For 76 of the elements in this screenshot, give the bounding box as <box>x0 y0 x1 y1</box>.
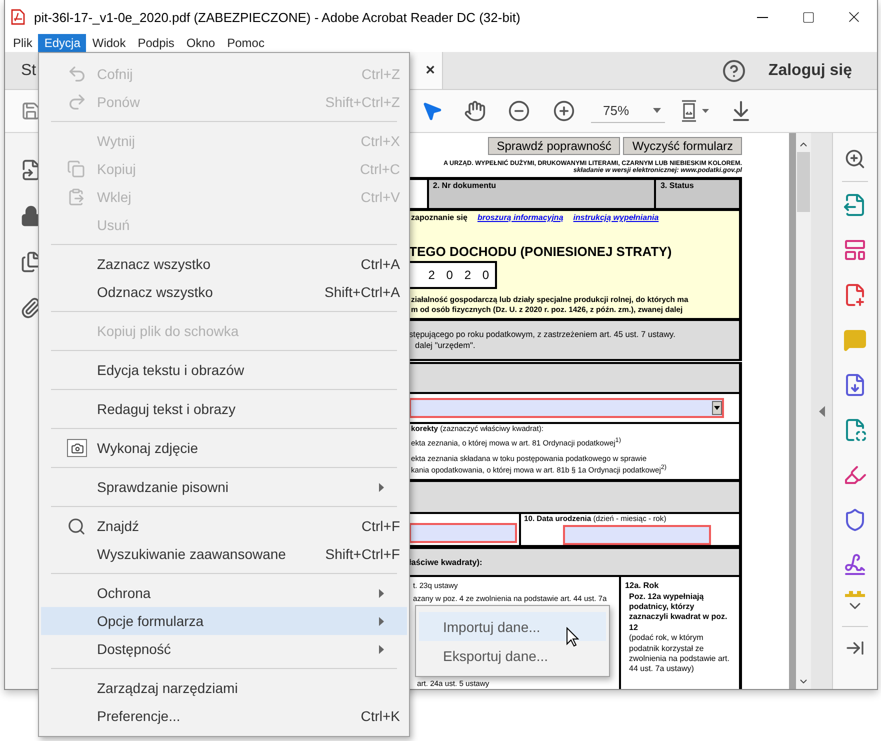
form-title: TEGO DOCHODU (PONIESIONEJ STRATY) <box>409 244 673 259</box>
signature-icon[interactable] <box>843 553 867 577</box>
menu-bar-item[interactable]: Okno <box>180 34 222 52</box>
menu-item[interactable]: Importuj dane... <box>419 612 606 641</box>
field-label: 12a. Rok <box>625 581 660 592</box>
field-label: 3. Status <box>660 181 694 190</box>
section-label: łaściwe kwadraty): <box>409 556 484 568</box>
menu-bar-item[interactable]: Pomoc <box>221 34 270 52</box>
document-link[interactable]: instrukcją wypełniania <box>573 213 659 222</box>
menu-item[interactable]: Wykonaj zdjęcie <box>41 434 407 462</box>
zoom-dropdown[interactable]: 75% <box>591 99 665 123</box>
menu-item[interactable]: Redaguj tekst i obrazy <box>41 395 407 423</box>
pointer-tool-icon[interactable] <box>421 100 443 122</box>
menu-item[interactable]: Preferencje... Ctrl+K <box>41 702 407 730</box>
form-text: stępującego po roku podatkowym, z zastrzeżeniem art. 45 ust. 7 ustawy. <box>409 329 676 340</box>
search-icon <box>67 516 86 536</box>
save-icon[interactable] <box>21 101 41 121</box>
year-box: 2 0 2 0 <box>409 261 497 289</box>
menu-bar-item[interactable]: Widok <box>86 34 132 52</box>
menu-item[interactable]: Eksportuj dane... <box>419 641 606 670</box>
form-button[interactable]: Wyczyść formularz <box>623 137 742 155</box>
field-hint: (podać rok, w którym podatnik korzystał ze zwolnienia na podstawie art. 44 ust. 7a ustawy) <box>628 633 731 675</box>
page-fit-icon[interactable] <box>680 100 710 122</box>
copy-icon <box>67 160 85 178</box>
menu-item[interactable]: Zarządzaj narzędziami <box>41 674 407 702</box>
help-icon[interactable] <box>722 58 746 82</box>
menu-item[interactable]: Wyszukiwanie zaawansowane Shift+Ctrl+F <box>41 540 407 568</box>
intro-text: zapoznanie się <box>411 213 468 222</box>
dropdown-arrow-button[interactable] <box>712 401 722 415</box>
highlighter-icon[interactable] <box>843 463 867 487</box>
menu-bar-item[interactable]: Podpis <box>132 34 180 52</box>
mouse-cursor-icon <box>566 627 579 647</box>
form-cell <box>409 180 427 208</box>
form-button[interactable]: Sprawdź poprawność <box>488 137 620 155</box>
undo-icon <box>67 64 87 84</box>
magnifier-icon[interactable] <box>844 148 866 170</box>
menu-item[interactable]: Sprawdzanie pisowni <box>41 473 407 501</box>
scrollbar[interactable] <box>796 133 811 689</box>
caret-icon <box>653 108 661 113</box>
tab-close-button[interactable]: × <box>426 62 435 80</box>
file-plus-icon[interactable] <box>843 283 867 307</box>
file-scan-icon[interactable] <box>843 418 867 442</box>
sign-in-link[interactable]: Zaloguj się <box>768 62 852 80</box>
menu-item[interactable]: Edycja tekstu i obrazów <box>41 356 407 384</box>
collapse-arrow-icon[interactable] <box>818 406 824 416</box>
menu-item[interactable]: Znajdź Ctrl+F <box>41 512 407 540</box>
caret-icon <box>714 406 720 410</box>
menu-item[interactable]: Ochrona <box>41 579 407 607</box>
field-label: 2. Nr dokumentu <box>432 181 496 190</box>
document-link[interactable]: broszurą informacyjną <box>477 213 564 222</box>
window-title: pit-36l-17-_v1-0e_2020.pdf (ZABEZPIECZONE) - Adobe Acrobat Reader DC (32-bit) <box>34 10 522 24</box>
hand-tool-icon[interactable] <box>464 100 486 122</box>
redo-icon <box>67 92 87 112</box>
camera-icon <box>67 439 87 457</box>
scrollbar-thumb[interactable] <box>797 152 810 212</box>
maximize-icon <box>802 10 814 24</box>
layout-icon[interactable] <box>843 238 867 262</box>
menu-item[interactable]: Zaznacz wszystko Ctrl+A <box>41 250 407 278</box>
file-export-icon[interactable] <box>843 193 867 217</box>
menu-item[interactable]: Dostępność <box>41 635 407 663</box>
menu-bar-item[interactable]: Edycja <box>38 34 86 52</box>
menu-item[interactable]: Odznacz wszystko Shift+Ctrl+A <box>41 278 407 306</box>
field-note: Poz. 12a wypełniają podatnicy, którzy zaznaczyli kwadrat w poz. 12 <box>628 592 728 634</box>
form-text: dalej "urzędem". <box>414 340 476 351</box>
zoom-out-icon[interactable] <box>508 100 530 122</box>
dropdown-field[interactable] <box>409 398 724 418</box>
menu-bar-item[interactable]: Plik <box>7 34 38 52</box>
menu-item[interactable]: Opcje formularza <box>41 607 407 635</box>
file-download-icon[interactable] <box>843 373 867 397</box>
text-field[interactable] <box>409 523 517 543</box>
shield-icon[interactable] <box>843 508 867 532</box>
paste-icon <box>67 188 85 206</box>
pdf-file-icon <box>11 9 25 25</box>
minimize-icon <box>756 16 768 18</box>
date-field[interactable] <box>563 524 711 545</box>
zoom-in-icon[interactable] <box>553 100 575 122</box>
